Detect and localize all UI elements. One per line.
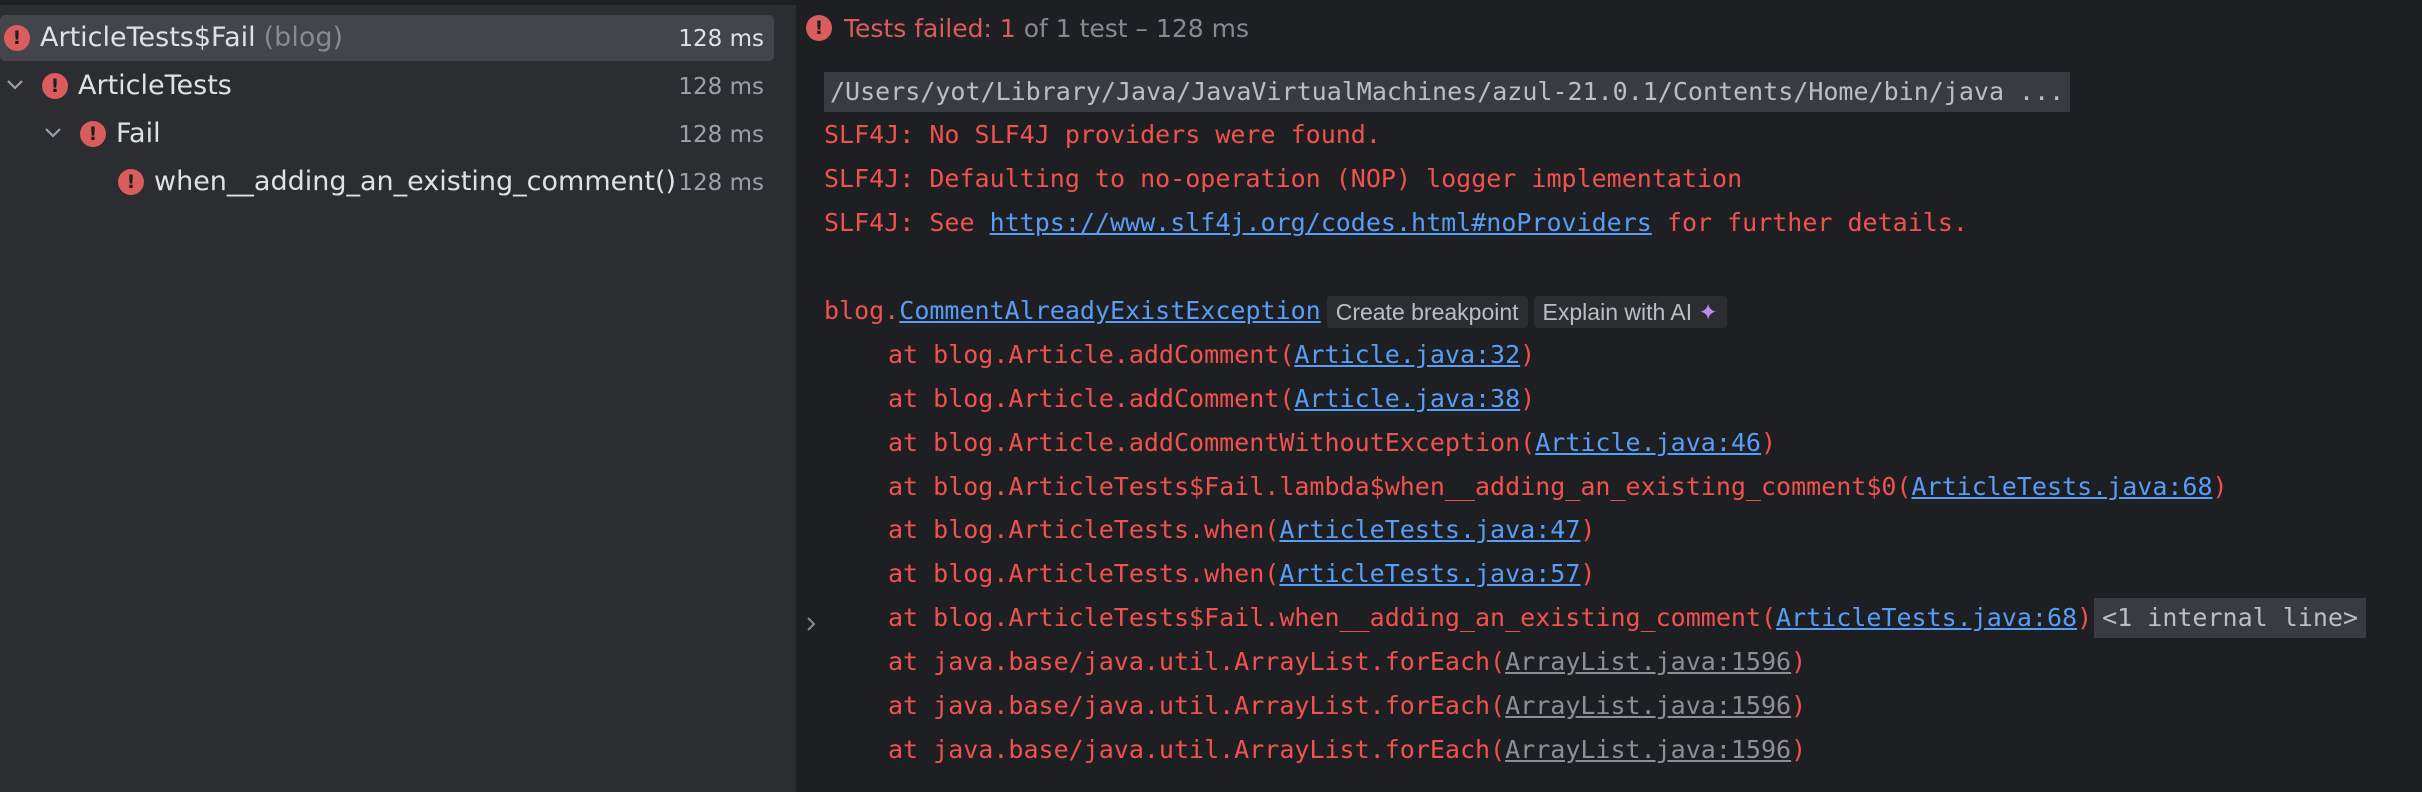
tree-item-label: ArticleTests$Fail bbox=[40, 22, 256, 53]
stack-frame: at java.base/java.util.ArrayList.forEach… bbox=[888, 647, 1807, 676]
chevron-down-icon[interactable] bbox=[2, 72, 28, 98]
create-breakpoint-button[interactable]: Create breakpoint bbox=[1326, 296, 1528, 328]
exception-class-link[interactable]: CommentAlreadyExistException bbox=[899, 296, 1320, 325]
console-line: SLF4J: Defaulting to no-operation (NOP) … bbox=[824, 164, 1743, 193]
stack-frame: at blog.ArticleTests$Fail.lambda$when__a… bbox=[888, 472, 2228, 501]
chevron-right-icon[interactable] bbox=[798, 611, 824, 637]
test-runner-window: ! ArticleTests$Fail (blog) 128 ms ! Artic… bbox=[0, 0, 2422, 792]
stack-frame: at blog.Article.addCommentWithoutExcepti… bbox=[888, 428, 1777, 457]
tree-item-duration: 128 ms bbox=[678, 170, 764, 196]
source-link[interactable]: ArrayList.java:1596 bbox=[1505, 735, 1791, 764]
internal-lines-fold[interactable]: <1 internal line> bbox=[2094, 598, 2366, 638]
tree-item-label: when__adding_an_existing_comment() bbox=[154, 166, 677, 197]
chevron-down-icon[interactable] bbox=[40, 120, 66, 146]
exception-line: blog.CommentAlreadyExistException Create … bbox=[824, 291, 1727, 331]
test-status-bar: ! Tests failed: 1 of 1 test – 128 ms bbox=[806, 11, 1249, 47]
tree-item-test-method[interactable]: ! when__adding_an_existing_comment() 128… bbox=[0, 159, 774, 205]
tree-item-fail[interactable]: ! Fail 128 ms bbox=[0, 111, 774, 157]
console-line: SLF4J: See https://www.slf4j.org/codes.h… bbox=[824, 208, 1968, 237]
source-link[interactable]: ArticleTests.java:47 bbox=[1279, 515, 1580, 544]
stack-frame: at blog.Article.addComment(Article.java:… bbox=[888, 340, 1536, 369]
error-icon: ! bbox=[806, 15, 832, 41]
source-link[interactable]: Article.java:38 bbox=[1294, 384, 1520, 413]
source-link[interactable]: ArrayList.java:1596 bbox=[1505, 691, 1791, 720]
error-icon: ! bbox=[42, 73, 68, 99]
stack-frame: at blog.ArticleTests.when(ArticleTests.j… bbox=[888, 559, 1596, 588]
source-link[interactable]: Article.java:32 bbox=[1294, 340, 1520, 369]
tree-item-label: Fail bbox=[116, 118, 161, 149]
slf4j-docs-link[interactable]: https://www.slf4j.org/codes.html#noProvi… bbox=[990, 208, 1652, 237]
stack-frame: at blog.ArticleTests$Fail.when__adding_a… bbox=[824, 598, 2366, 638]
tree-item-package: (blog) bbox=[263, 22, 344, 53]
tree-item-article-tests-fail-root[interactable]: ! ArticleTests$Fail (blog) 128 ms bbox=[0, 15, 774, 61]
source-link[interactable]: Article.java:46 bbox=[1535, 428, 1761, 457]
stack-frame: at java.base/java.util.ArrayList.forEach… bbox=[888, 691, 1807, 720]
source-link[interactable]: ArticleTests.java:68 bbox=[1912, 472, 2213, 501]
tree-item-duration: 128 ms bbox=[678, 122, 764, 148]
tree-item-duration: 128 ms bbox=[678, 26, 764, 52]
tests-failed-label: Tests failed: 1 bbox=[844, 14, 1016, 43]
source-link[interactable]: ArticleTests.java:57 bbox=[1279, 559, 1580, 588]
test-tree-panel: ! ArticleTests$Fail (blog) 128 ms ! Artic… bbox=[0, 5, 796, 792]
explain-with-ai-button[interactable]: Explain with AI ✦ bbox=[1533, 296, 1727, 328]
tree-item-article-tests[interactable]: ! ArticleTests 128 ms bbox=[0, 63, 774, 109]
error-icon: ! bbox=[4, 25, 30, 51]
stack-frame: at java.base/java.util.ArrayList.forEach… bbox=[888, 735, 1807, 764]
error-icon: ! bbox=[118, 169, 144, 195]
stack-frame: at blog.ArticleTests.when(ArticleTests.j… bbox=[888, 515, 1596, 544]
ai-sparkle-icon: ✦ bbox=[1698, 299, 1718, 325]
console-line: SLF4J: No SLF4J providers were found. bbox=[824, 120, 1381, 149]
tree-item-duration: 128 ms bbox=[678, 74, 764, 100]
command-line-box[interactable]: /Users/yot/Library/Java/JavaVirtualMachi… bbox=[824, 72, 2071, 112]
console-line-command: /Users/yot/Library/Java/JavaVirtualMachi… bbox=[824, 72, 2071, 112]
tests-summary: of 1 test – 128 ms bbox=[1015, 14, 1250, 43]
error-icon: ! bbox=[80, 121, 106, 147]
source-link[interactable]: ArticleTests.java:68 bbox=[1776, 603, 2077, 632]
tree-item-label: ArticleTests bbox=[78, 70, 232, 101]
source-link[interactable]: ArrayList.java:1596 bbox=[1505, 647, 1791, 676]
stack-frame: at blog.Article.addComment(Article.java:… bbox=[888, 384, 1536, 413]
